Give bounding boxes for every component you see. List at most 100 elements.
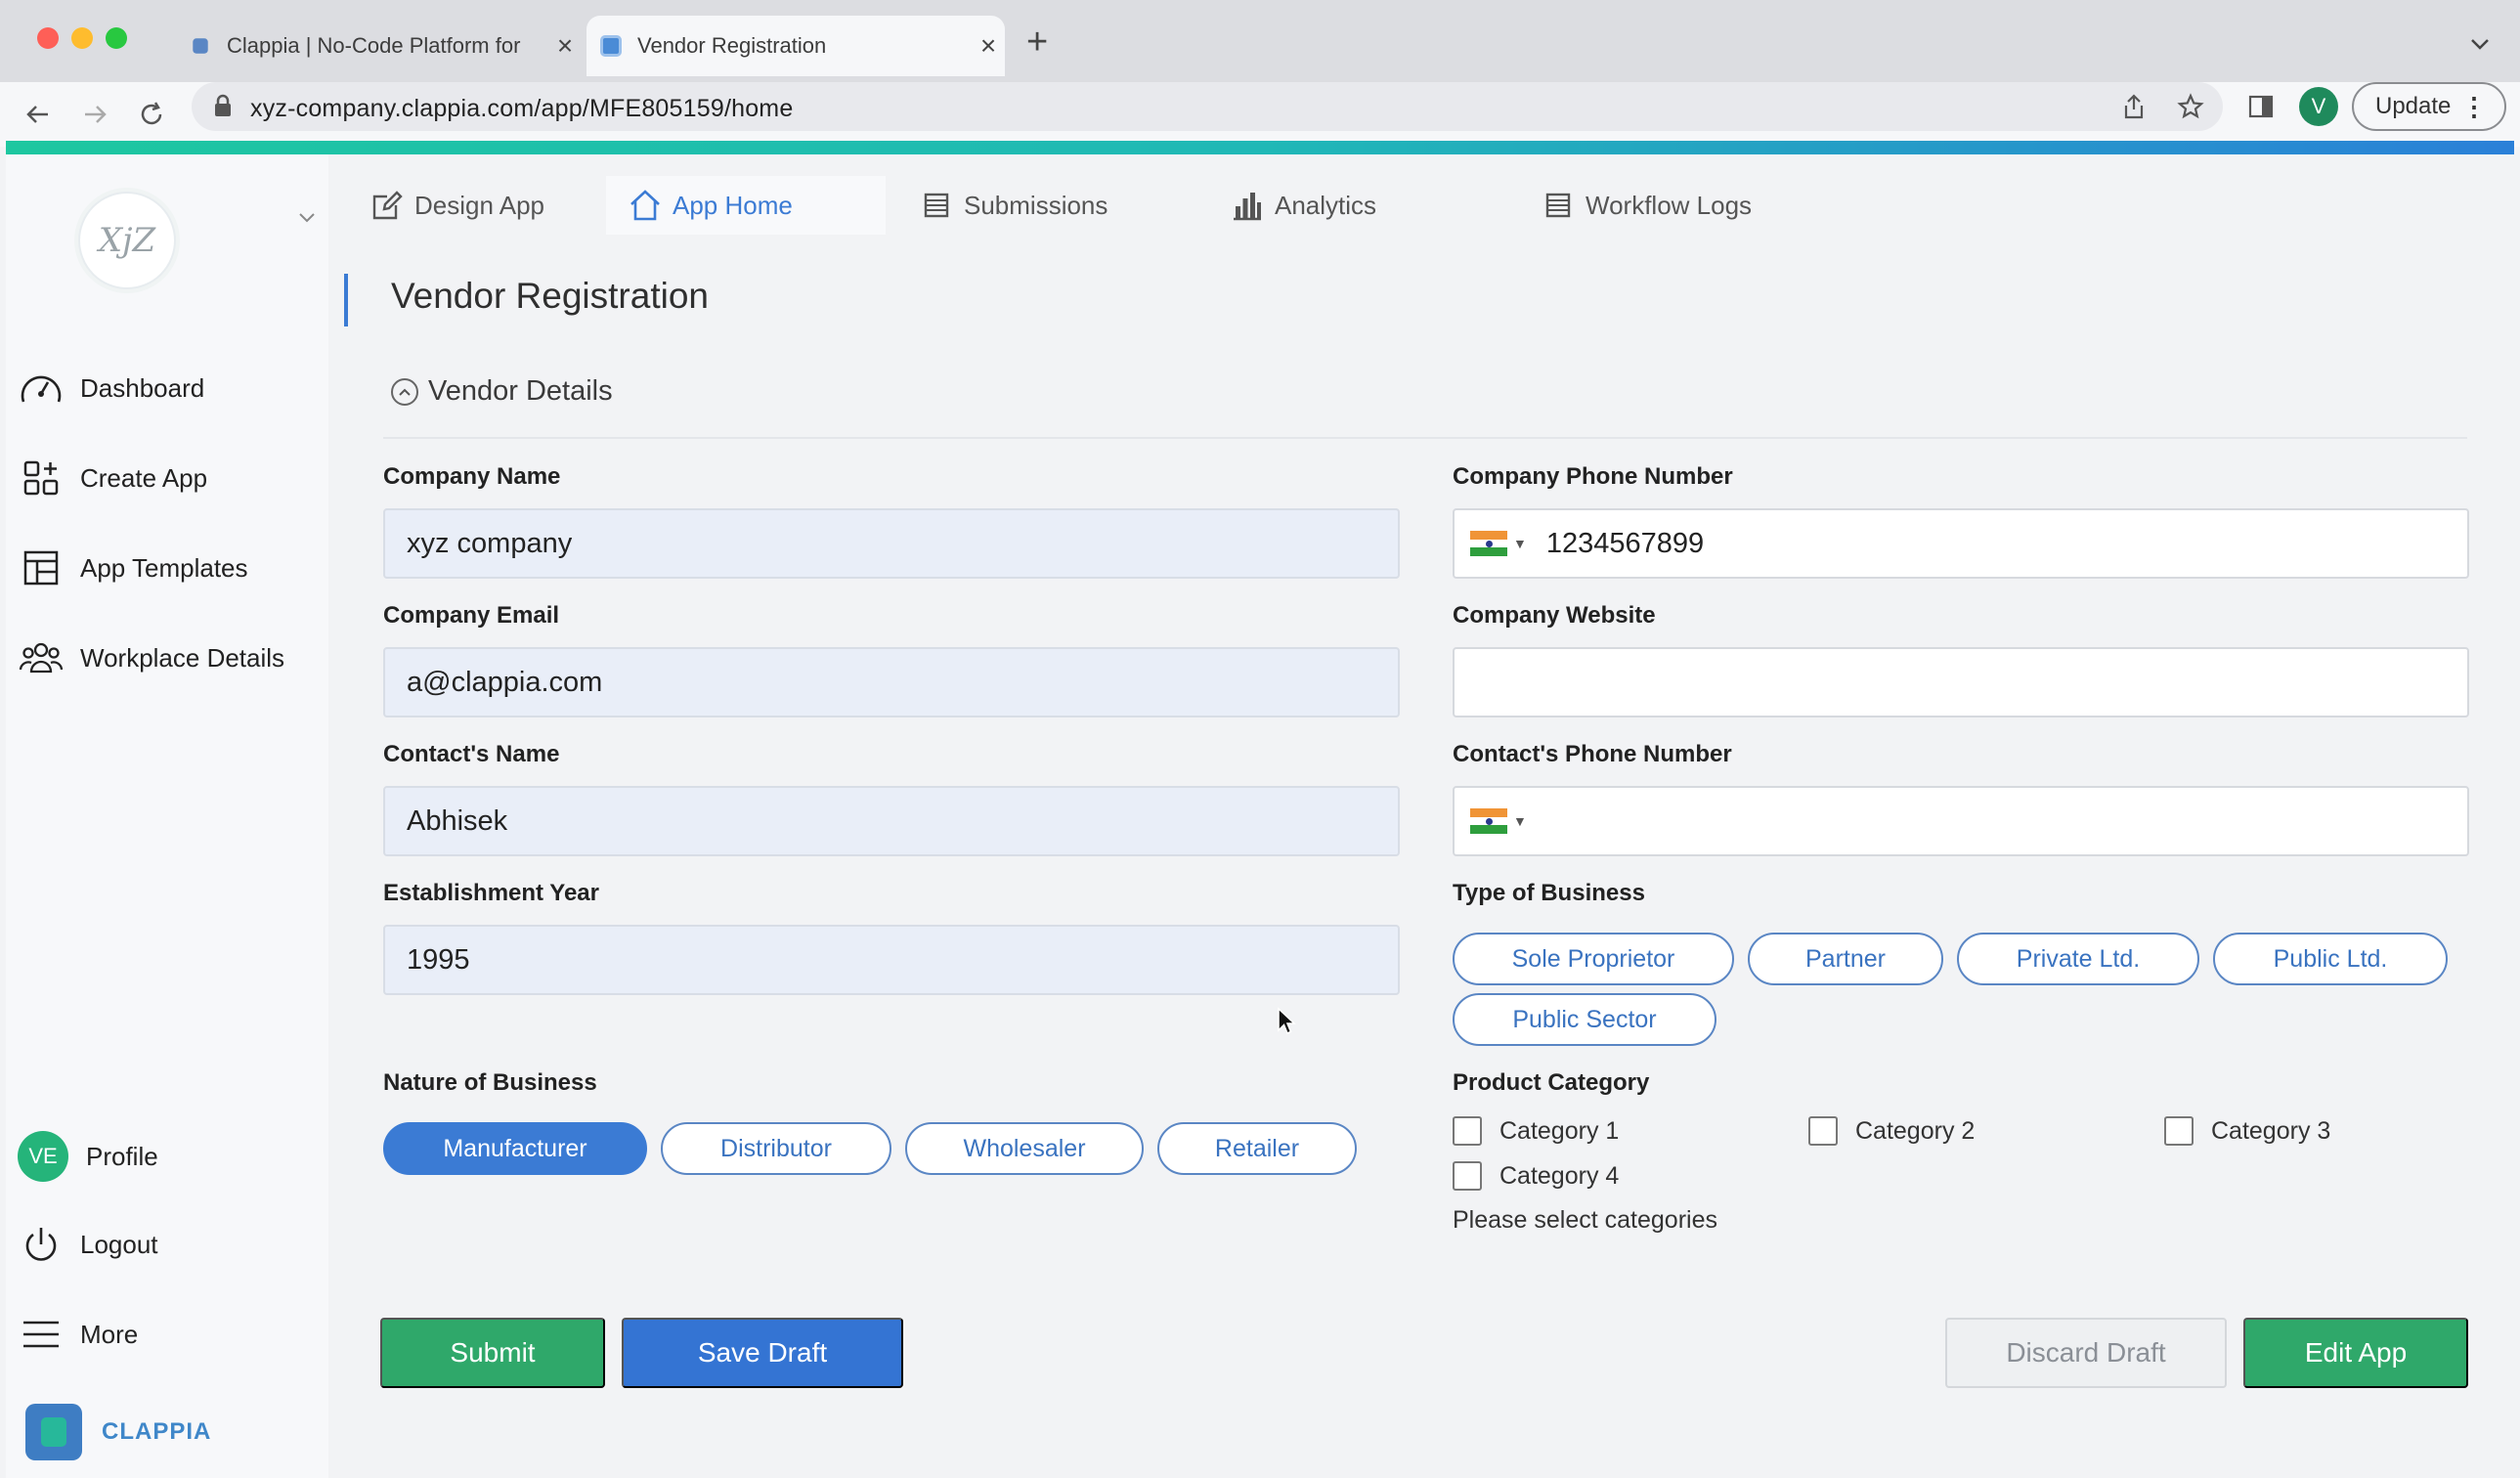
forward-icon[interactable] [74, 94, 115, 135]
establishment-year-label: Establishment Year [383, 880, 599, 906]
edit-icon [369, 188, 405, 223]
sidebar-item-more[interactable]: More [18, 1310, 138, 1359]
company-email-label: Company Email [383, 602, 560, 629]
section-title: Vendor Details [428, 375, 613, 407]
type-of-business-label: Type of Business [1453, 880, 1645, 906]
business-type-sole-proprietor[interactable]: Sole Proprietor [1453, 933, 1734, 985]
sidebar-item-label: Logout [80, 1229, 158, 1259]
company-email-input[interactable] [383, 647, 1400, 717]
business-type-public-sector[interactable]: Public Sector [1453, 993, 1716, 1046]
nature-option-wholesaler[interactable]: Wholesaler [905, 1122, 1144, 1175]
company-website-input[interactable] [1453, 647, 2469, 717]
caret-down-icon[interactable]: ▼ [1513, 536, 1527, 551]
list-icon [1541, 188, 1576, 223]
establishment-year-input[interactable] [383, 925, 1400, 995]
clappia-favicon-icon [193, 38, 208, 54]
app-favicon-icon [600, 35, 622, 57]
back-icon[interactable] [18, 94, 59, 135]
browser-profile-avatar[interactable]: V [2299, 87, 2338, 126]
tab-submissions[interactable]: Submissions [886, 176, 1185, 235]
bar-chart-icon [1230, 188, 1265, 223]
company-website-label: Company Website [1453, 602, 1656, 629]
india-flag-icon[interactable] [1470, 808, 1507, 835]
business-type-private-ltd[interactable]: Private Ltd. [1957, 933, 2199, 985]
sidebar-item-workplace-details[interactable]: Workplace Details [18, 633, 284, 682]
collapse-chevron-up-icon[interactable] [391, 377, 418, 406]
avatar: VE [18, 1131, 68, 1182]
sidebar-item-profile[interactable]: VE Profile [18, 1131, 158, 1182]
contact-name-input[interactable] [383, 786, 1400, 856]
tab-label: Submissions [964, 190, 1108, 220]
list-icon [919, 188, 954, 223]
contact-phone-label: Contact's Phone Number [1453, 741, 1732, 767]
close-tab-icon[interactable]: × [548, 30, 582, 62]
address-bar[interactable]: xyz-company.clappia.com/app/MFE805159/ho… [192, 82, 2223, 131]
category-3-checkbox[interactable] [2164, 1116, 2194, 1146]
sidebar-item-app-templates[interactable]: App Templates [18, 543, 248, 592]
company-name-input[interactable] [383, 508, 1400, 579]
tab-search-chevron-icon[interactable] [2465, 29, 2495, 59]
company-phone-field: ▼ [1453, 508, 2469, 579]
product-category-label: Product Category [1453, 1069, 1650, 1096]
caret-down-icon[interactable]: ▼ [1513, 813, 1527, 829]
india-flag-icon[interactable] [1470, 531, 1507, 557]
reload-icon[interactable] [131, 94, 172, 135]
chevron-down-icon[interactable] [297, 211, 317, 230]
app-tabs: Design App App Home Submissions Analytic… [336, 176, 1777, 235]
business-type-partner[interactable]: Partner [1748, 933, 1943, 985]
tab-title: Clappia | No-Code Platform for [227, 33, 521, 58]
power-icon [18, 1222, 65, 1267]
clappia-logo-icon [25, 1404, 82, 1460]
discard-draft-button[interactable]: Discard Draft [1945, 1318, 2227, 1388]
nature-option-manufacturer[interactable]: Manufacturer [383, 1122, 647, 1175]
minimize-window-button[interactable] [71, 27, 93, 49]
company-phone-input[interactable] [1545, 527, 2426, 560]
main-content [336, 235, 2512, 1478]
sidebar-item-label: App Templates [80, 552, 248, 583]
business-type-public-ltd[interactable]: Public Ltd. [2213, 933, 2448, 985]
category-4-checkbox[interactable] [1453, 1161, 1482, 1191]
category-3-option[interactable]: Category 3 [2164, 1116, 2330, 1146]
tab-analytics[interactable]: Analytics [1185, 176, 1484, 235]
category-1-option[interactable]: Category 1 [1453, 1116, 1619, 1146]
company-phone-label: Company Phone Number [1453, 463, 1733, 490]
browser-tab-vendor-registration[interactable]: Vendor Registration × [587, 16, 1005, 76]
browser-update-button[interactable]: Update ⋮ [2352, 82, 2506, 131]
sidebar-item-label: Dashboard [80, 372, 205, 403]
tab-label: Workflow Logs [1586, 190, 1753, 220]
sidebar-item-create-app[interactable]: Create App [18, 454, 207, 502]
sidebar: XjZ Dashboard Create App App Templates W… [6, 154, 328, 1478]
close-tab-icon[interactable]: × [972, 30, 1005, 62]
nature-option-retailer[interactable]: Retailer [1157, 1122, 1357, 1175]
contact-name-label: Contact's Name [383, 741, 560, 767]
browser-toolbar: xyz-company.clappia.com/app/MFE805159/ho… [0, 82, 2520, 147]
side-panel-icon[interactable] [2244, 90, 2278, 123]
category-4-option[interactable]: Category 4 [1453, 1161, 1619, 1191]
sidebar-item-logout[interactable]: Logout [18, 1220, 158, 1269]
speedometer-icon [18, 366, 65, 411]
section-header-vendor-details[interactable]: Vendor Details [391, 375, 613, 408]
bookmark-star-icon[interactable] [2174, 90, 2207, 123]
tab-workflow-logs[interactable]: Workflow Logs [1484, 176, 1777, 235]
contact-phone-input[interactable] [1545, 804, 2426, 838]
sidebar-item-dashboard[interactable]: Dashboard [18, 364, 204, 413]
save-draft-button[interactable]: Save Draft [622, 1318, 903, 1388]
tab-app-home[interactable]: App Home [606, 176, 886, 235]
browser-tab-clappia[interactable]: Clappia | No-Code Platform for × [176, 16, 582, 76]
templates-icon [18, 545, 65, 590]
nature-option-distributor[interactable]: Distributor [661, 1122, 891, 1175]
edit-app-button[interactable]: Edit App [2243, 1318, 2468, 1388]
close-window-button[interactable] [37, 27, 59, 49]
checkbox-label: Category 3 [2211, 1116, 2331, 1145]
new-tab-icon[interactable]: + [1026, 22, 1048, 64]
kebab-menu-icon[interactable]: ⋮ [2461, 94, 2487, 119]
category-2-checkbox[interactable] [1808, 1116, 1838, 1146]
category-2-option[interactable]: Category 2 [1808, 1116, 1975, 1146]
menu-icon [18, 1312, 65, 1357]
tab-design-app[interactable]: Design App [336, 176, 606, 235]
maximize-window-button[interactable] [106, 27, 127, 49]
company-logo[interactable]: XjZ [78, 192, 176, 289]
submit-button[interactable]: Submit [380, 1318, 605, 1388]
category-1-checkbox[interactable] [1453, 1116, 1482, 1146]
share-icon[interactable] [2117, 90, 2151, 123]
